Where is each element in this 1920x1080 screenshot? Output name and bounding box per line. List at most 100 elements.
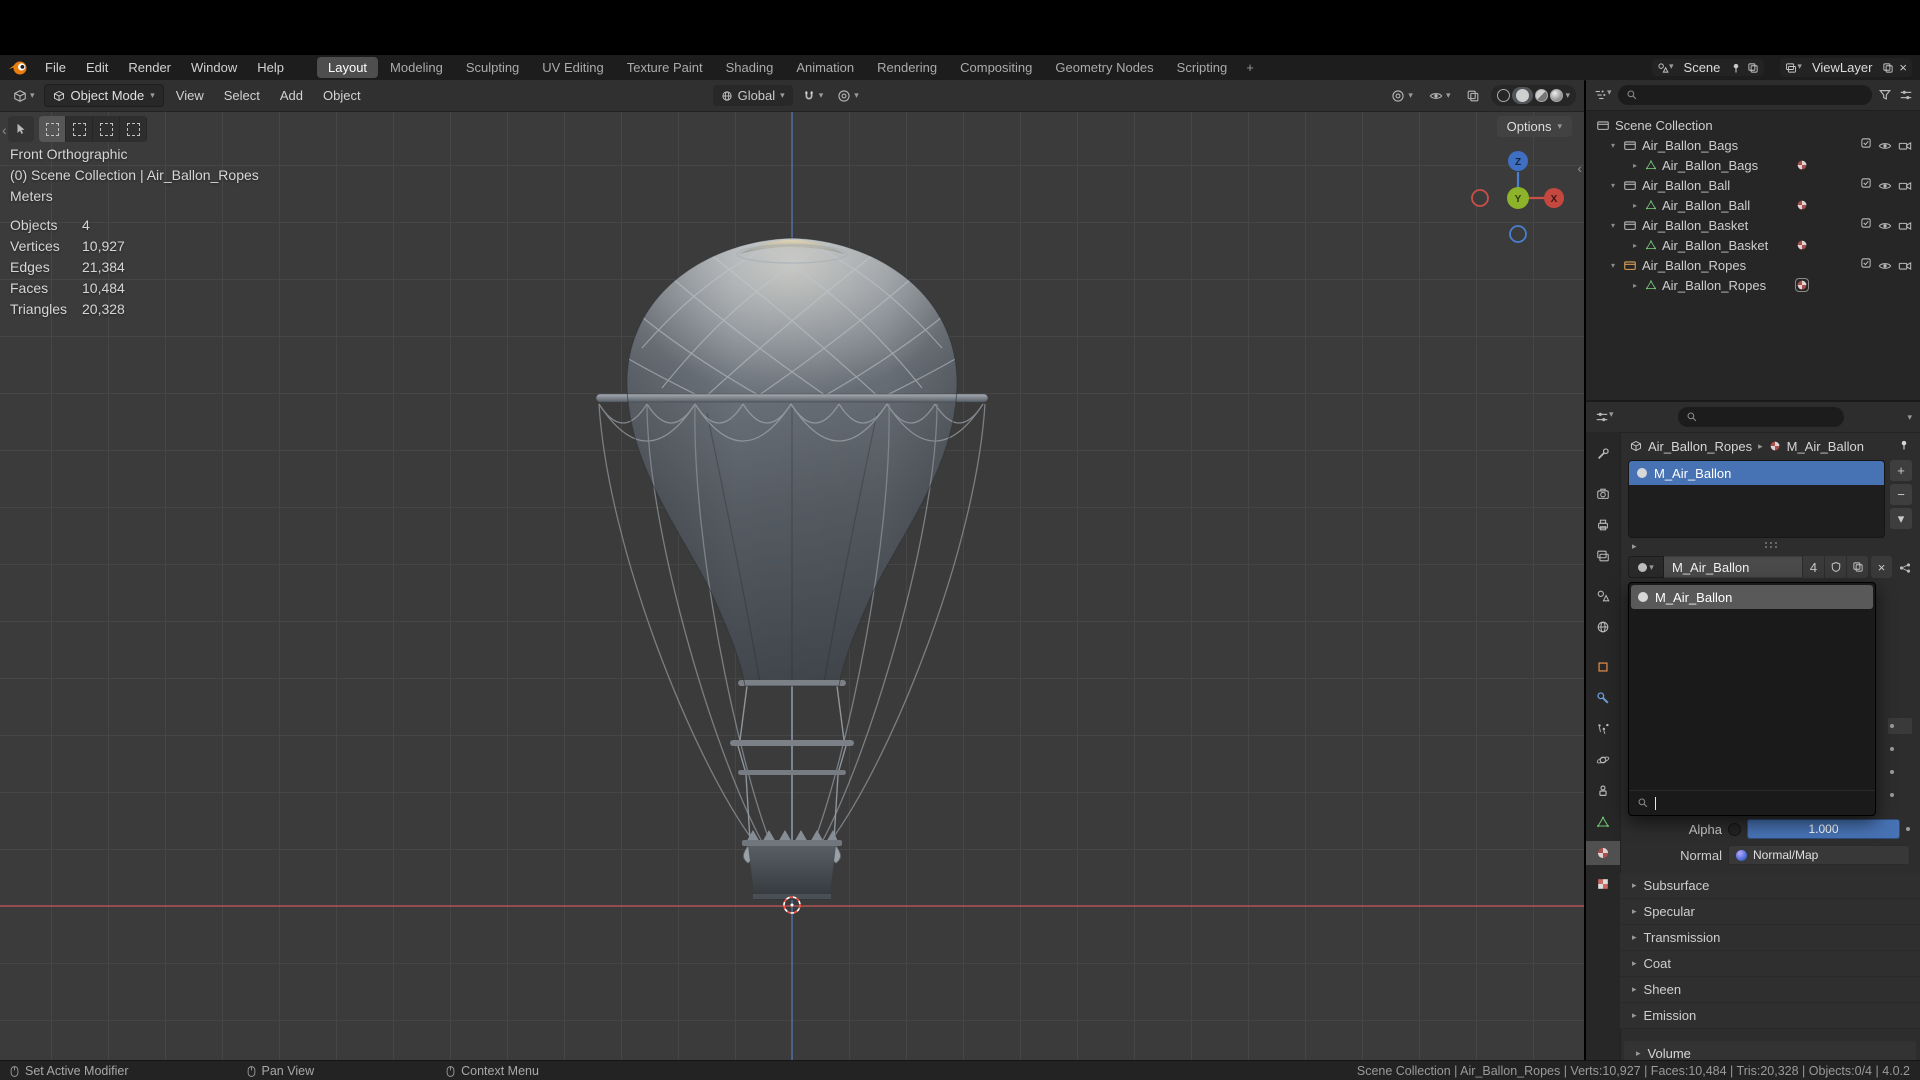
tab-tool[interactable] — [1586, 442, 1620, 466]
properties-editor-type-button[interactable]: ▾ — [1594, 409, 1615, 425]
pin-id-icon[interactable] — [1898, 439, 1910, 454]
fake-user-shield-button[interactable] — [1824, 556, 1846, 578]
balloon-model[interactable] — [542, 228, 1042, 1028]
outliner-row-object-active[interactable]: ▸ Air_Ballon_Ropes — [1586, 275, 1920, 295]
proportional-editing-toggle[interactable]: ▾ — [832, 86, 864, 106]
camera-visibility-icon[interactable] — [1898, 177, 1912, 193]
tab-animation[interactable]: Animation — [785, 57, 865, 78]
tab-scene[interactable] — [1586, 584, 1620, 608]
tab-physics[interactable] — [1586, 748, 1620, 772]
add-slot-button[interactable]: + — [1890, 460, 1912, 481]
properties-search-input[interactable] — [1678, 407, 1844, 427]
material-icon[interactable] — [1796, 159, 1808, 171]
material-icon[interactable] — [1796, 199, 1808, 211]
camera-visibility-icon[interactable] — [1898, 257, 1912, 273]
new-material-button[interactable] — [1846, 556, 1868, 578]
tab-layout[interactable]: Layout — [317, 57, 379, 78]
menu-render[interactable]: Render — [119, 58, 180, 77]
hide-eye-icon[interactable] — [1878, 257, 1892, 273]
dropdown-item-material[interactable]: M_Air_Ballon — [1631, 585, 1873, 609]
select-mode-subtract-button[interactable] — [93, 116, 120, 142]
tab-sculpting[interactable]: Sculpting — [455, 57, 530, 78]
tab-material[interactable] — [1586, 841, 1620, 865]
alpha-animate-dot[interactable] — [1906, 827, 1910, 831]
show-overlays-toggle[interactable]: ▾ — [1424, 86, 1456, 106]
outliner-filter-button[interactable] — [1877, 87, 1893, 103]
menu-help[interactable]: Help — [248, 58, 293, 77]
material-browse-dropdown[interactable]: M_Air_Ballon — [1628, 582, 1876, 816]
users-count-button[interactable]: 4 — [1802, 556, 1824, 578]
menu-object[interactable]: Object — [315, 85, 369, 106]
active-tool-button[interactable] — [8, 116, 34, 142]
unlink-material-button[interactable]: × — [1870, 556, 1892, 578]
scene-browse-button[interactable]: ▾ — [1656, 61, 1675, 75]
blender-logo-icon[interactable] — [8, 60, 28, 76]
hide-eye-icon[interactable] — [1878, 177, 1892, 193]
menu-select[interactable]: Select — [216, 85, 268, 106]
remove-slot-button[interactable]: − — [1890, 484, 1912, 505]
tab-scripting[interactable]: Scripting — [1166, 57, 1239, 78]
tab-compositing[interactable]: Compositing — [949, 57, 1043, 78]
menu-add[interactable]: Add — [272, 85, 311, 106]
viewlayer-browse-button[interactable]: ▾ — [1784, 61, 1803, 75]
material-icon-active[interactable] — [1795, 278, 1809, 292]
section-emission[interactable]: ▸ Emission — [1620, 1003, 1920, 1029]
editor-type-button[interactable]: ▾ — [8, 86, 40, 106]
slot-specials-button[interactable]: ▾ — [1890, 508, 1912, 529]
tab-object-data[interactable] — [1586, 810, 1620, 834]
tab-geometry-nodes[interactable]: Geometry Nodes — [1044, 57, 1164, 78]
camera-visibility-icon[interactable] — [1898, 217, 1912, 233]
section-transmission[interactable]: ▸ Transmission — [1620, 925, 1920, 951]
toolbar-expand-arrow[interactable]: ‹ — [2, 122, 7, 138]
tab-modeling[interactable]: Modeling — [379, 57, 454, 78]
exclude-checkbox-icon[interactable] — [1860, 177, 1872, 193]
drag-grip-icon[interactable] — [1763, 539, 1781, 554]
tab-shading[interactable]: Shading — [715, 57, 785, 78]
dropdown-search-input[interactable] — [1629, 790, 1875, 815]
section-specular[interactable]: ▸ Specular — [1620, 899, 1920, 925]
menu-edit[interactable]: Edit — [77, 58, 117, 77]
tab-particles[interactable] — [1586, 717, 1620, 741]
outliner-row-collection[interactable]: ▾ Air_Ballon_Basket — [1586, 215, 1920, 235]
breadcrumb-material[interactable]: M_Air_Ballon — [1787, 439, 1864, 454]
snap-toggle[interactable]: ▾ — [797, 86, 829, 106]
outliner-row-scene-collection[interactable]: Scene Collection — [1586, 115, 1920, 135]
outliner-row-object[interactable]: ▸ Air_Ballon_Ball — [1586, 195, 1920, 215]
normal-map-field[interactable]: Normal/Map — [1728, 845, 1910, 865]
material-slot-active[interactable]: M_Air_Ballon — [1629, 461, 1884, 485]
options-button[interactable]: Options ▾ — [1496, 116, 1572, 137]
add-workspace-button[interactable]: + — [1239, 57, 1261, 78]
tab-render[interactable] — [1586, 482, 1620, 506]
menu-view[interactable]: View — [168, 85, 212, 106]
select-mode-new-button[interactable] — [39, 116, 66, 142]
new-viewlayer-button[interactable] — [1881, 61, 1895, 75]
show-gizmo-toggle[interactable]: ▾ — [1386, 86, 1418, 106]
remove-viewlayer-button[interactable]: × — [1898, 59, 1908, 76]
tab-output[interactable] — [1586, 513, 1620, 537]
tab-world[interactable] — [1586, 615, 1620, 639]
scene-name-field[interactable]: Scene — [1678, 60, 1727, 75]
sidebar-expand-arrow[interactable]: ‹ — [1577, 160, 1582, 176]
shading-rendered-button[interactable] — [1550, 89, 1564, 102]
outliner-row-object[interactable]: ▸ Air_Ballon_Basket — [1586, 235, 1920, 255]
section-sheen[interactable]: ▸ Sheen — [1620, 977, 1920, 1003]
menu-file[interactable]: File — [36, 58, 75, 77]
outliner-search-input[interactable] — [1617, 85, 1872, 105]
viewlayer-name-field[interactable]: ViewLayer — [1806, 60, 1878, 75]
exclude-checkbox-icon[interactable] — [1860, 257, 1872, 273]
material-slot-list[interactable]: M_Air_Ballon — [1628, 460, 1885, 538]
hide-eye-icon[interactable] — [1878, 217, 1892, 233]
hide-eye-icon[interactable] — [1878, 137, 1892, 153]
tab-constraints[interactable] — [1586, 779, 1620, 803]
section-subsurface[interactable]: ▸ Subsurface — [1620, 873, 1920, 899]
shading-material-button[interactable] — [1535, 89, 1549, 102]
viewport-3d[interactable]: Options ▾ Front Orthographic (0) Scene C… — [0, 112, 1584, 1060]
select-mode-intersect-button[interactable] — [120, 116, 147, 142]
new-scene-button[interactable] — [1746, 61, 1760, 75]
material-icon[interactable] — [1796, 239, 1808, 251]
xray-toggle[interactable] — [1461, 86, 1485, 106]
select-mode-extend-button[interactable] — [66, 116, 93, 142]
breadcrumb-object[interactable]: Air_Ballon_Ropes — [1648, 439, 1752, 454]
alpha-slider[interactable]: 1.000 — [1747, 819, 1900, 839]
tab-uv-editing[interactable]: UV Editing — [531, 57, 614, 78]
